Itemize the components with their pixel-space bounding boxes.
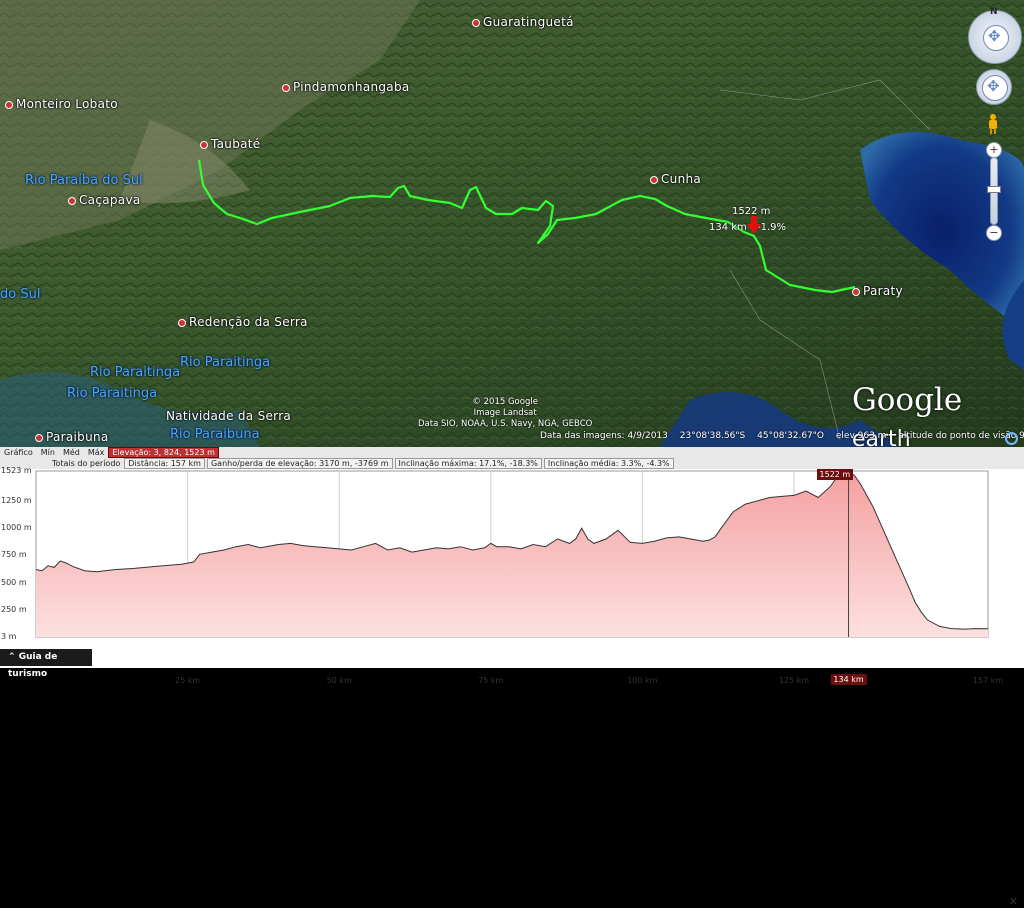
place-taubate: Taubaté: [200, 137, 260, 151]
river-paraibuna: Rio Paraibuna: [170, 427, 260, 442]
zoom-out-button[interactable]: −: [986, 225, 1002, 241]
place-paraibuna: Paraibuna: [35, 430, 109, 444]
river-paraiba-do-sul: Rio Paraíba do Sul: [25, 173, 143, 188]
y-tick-label: 1000 m: [1, 523, 32, 533]
look-joystick-icon[interactable]: [983, 25, 1009, 51]
y-tick-label: 1250 m: [1, 495, 32, 505]
elevation-profile-panel: Gráfico Mín Méd Máx Elevação: 3, 824, 15…: [0, 447, 1024, 908]
move-joystick-icon[interactable]: [982, 75, 1008, 101]
latitude: 23°08'38.56"S: [679, 431, 746, 441]
place-pin-icon: [5, 100, 13, 109]
place-paraty: Paraty: [852, 284, 903, 298]
zoom-in-button[interactable]: +: [986, 142, 1002, 158]
place-pin-icon: [200, 140, 208, 149]
north-indicator[interactable]: N: [990, 7, 998, 17]
river-paraitinga: Rio Paraitinga: [180, 355, 271, 370]
x-tick-label: 125 km: [778, 676, 810, 685]
cursor-grade-label: -1.9%: [0, 672, 1024, 691]
elevation-chart-svg[interactable]: [0, 469, 1024, 668]
place-pindamonhangaba: Pindamonhangaba: [282, 80, 410, 94]
elevation-gain-loss: Ganho/perda de elevação: 3170 m, -3769 m: [206, 458, 393, 469]
imagery-credits: © 2015 Google Image Landsat Data SIO, NO…: [418, 397, 593, 429]
longitude: 45°08'32.67"O: [757, 431, 824, 441]
avg-slope: Inclinação média: 3.3%, -4.3%: [543, 458, 674, 469]
place-pin-icon: [852, 287, 860, 296]
x-tick-label: 25 km: [175, 676, 201, 685]
close-profile-icon[interactable]: ✕: [1009, 895, 1018, 908]
tour-guide-button[interactable]: ⌃ Guia de turismo: [0, 649, 92, 679]
y-tick-label: 1523 m: [1, 466, 32, 475]
distance-total: Distância: 157 km: [124, 458, 205, 469]
y-tick-label: 250 m: [1, 605, 27, 615]
place-redencao: Redenção da Serra: [178, 315, 308, 329]
place-natividade: Natividade da Serra: [166, 409, 292, 423]
x-tick-label: 100 km: [627, 676, 658, 685]
x-tick-selected: 134 km: [830, 674, 867, 685]
max-slope: Inclinação máxima: 17.1%, -18.3%: [394, 458, 542, 469]
river-paraitinga: Rio Paraitinga: [67, 386, 158, 401]
place-pin-icon: [35, 433, 43, 442]
marker-grade: -1.9%: [757, 222, 787, 233]
river-paraitinga: Rio Paraitinga: [90, 365, 181, 380]
map-view[interactable]: Guaratinguetá Pindamonhangaba Monteiro L…: [0, 0, 1024, 447]
image-date: Data das imagens: 4/9/2013: [540, 431, 668, 441]
y-tick-label: 3 m: [1, 632, 17, 641]
x-tick-label: 75 km: [478, 676, 504, 685]
graph-label: Gráfico: [4, 448, 33, 457]
marker-distance: 134 km: [709, 222, 747, 233]
y-tick-label: 750 m: [1, 550, 27, 560]
elevation-selector[interactable]: Elevação: 3, 824, 1523 m: [108, 447, 219, 458]
position-marker-icon[interactable]: [747, 216, 761, 234]
min-option[interactable]: Mín: [37, 447, 59, 458]
place-guaratingueta: Guaratinguetá: [472, 15, 574, 29]
x-tick-label: 50 km: [326, 676, 352, 685]
elevation-readout: elev 963 m: [835, 431, 887, 441]
move-navigation-control[interactable]: [976, 69, 1012, 105]
place-cacapava: Caçapava: [68, 193, 141, 207]
street-view-pegman-icon[interactable]: [987, 114, 999, 134]
look-navigation-control[interactable]: N: [968, 7, 1022, 64]
streaming-status-icon: [1005, 432, 1018, 445]
place-pin-icon: [282, 83, 290, 92]
cursor-elevation-label: 1522 m: [816, 469, 854, 481]
y-tick-label: 500 m: [1, 577, 27, 587]
place-pin-icon: [68, 196, 76, 205]
max-option[interactable]: Máx: [84, 447, 109, 458]
profile-totals-row: Totais do período Distância: 157 km Ganh…: [0, 458, 676, 469]
place-cunha: Cunha: [650, 172, 701, 186]
avg-option[interactable]: Méd: [59, 447, 84, 458]
status-bar: Data das imagens: 4/9/2013 23°08'38.56"S…: [540, 431, 1024, 441]
profile-graph-row: Gráfico Mín Méd Máx Elevação: 3, 824, 15…: [0, 447, 221, 458]
place-pin-icon: [472, 18, 480, 27]
elevation-chart[interactable]: 1523 m 1250 m 1000 m 750 m 500 m 250 m 3 m 25 …: [0, 466, 1024, 691]
zoom-slider-handle[interactable]: [987, 186, 1001, 193]
x-tick-label: 157 km: [972, 676, 1004, 685]
place-pin-icon: [178, 318, 186, 327]
place-monteiro-lobato: Monteiro Lobato: [5, 97, 118, 111]
place-pin-icon: [650, 175, 658, 184]
river-do-sul: do Sul: [0, 287, 41, 302]
